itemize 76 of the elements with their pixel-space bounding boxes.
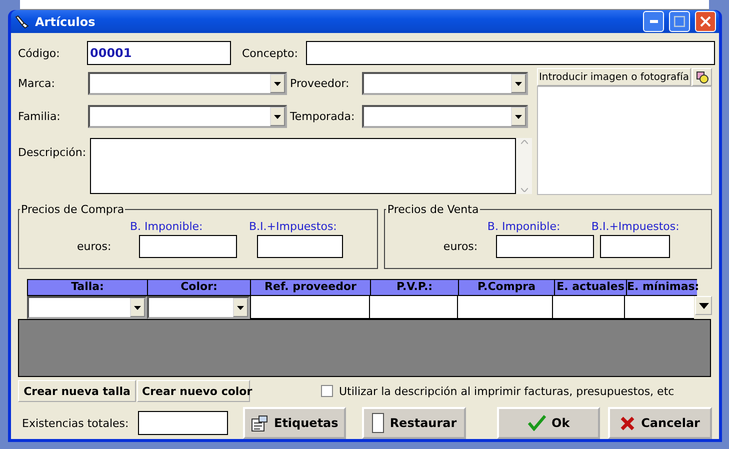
restore-button[interactable]: Restaurar [362, 407, 466, 439]
column-header: Talla: [27, 279, 147, 296]
close-icon [620, 416, 636, 430]
field-label: euros: [77, 240, 112, 253]
code-field[interactable]: 00001 [87, 41, 231, 65]
ok-button[interactable]: Ok [497, 407, 600, 439]
minimize-button[interactable] [643, 11, 664, 32]
close-button[interactable] [695, 11, 716, 32]
dropdown-field[interactable] [88, 105, 287, 128]
column-header: P.V.P.: [370, 279, 458, 296]
dropdown-arrow-icon [237, 306, 244, 310]
dropdown-arrow-icon [134, 306, 141, 310]
table-cell[interactable] [250, 296, 370, 319]
checkbox-label: Utilizar la descripción al imprimir facturas, presupuestos, etc [339, 384, 674, 398]
window-title: Artículos [35, 14, 96, 28]
price-field[interactable] [257, 235, 343, 258]
stock-field[interactable] [138, 411, 228, 435]
close-icon [700, 16, 711, 27]
dropdown-arrow-icon [698, 302, 709, 308]
maximize-icon [674, 16, 685, 27]
blank-page-icon [372, 413, 384, 433]
field-label: Código: [18, 46, 61, 60]
column-label: B.I.+Impuestos: [249, 220, 338, 233]
group-title: Precios de Compra [20, 203, 126, 216]
checkbox[interactable] [321, 385, 333, 397]
field-label: Concepto: [241, 46, 299, 60]
column-label: B. Imponible: [130, 220, 204, 233]
dropdown-field[interactable] [27, 296, 147, 319]
field-label: Descripción: [18, 145, 88, 159]
dropdown-button[interactable] [695, 296, 712, 315]
dropdown-arrow-icon [515, 82, 522, 86]
column-header: Ref. proveedor [250, 279, 370, 296]
table-cell[interactable] [624, 296, 694, 319]
maximize-button[interactable] [669, 11, 690, 32]
create-size-button[interactable]: Crear nueva talla [18, 380, 136, 402]
dropdown-arrow-icon [515, 114, 522, 118]
dropdown-field[interactable] [88, 72, 287, 95]
column-header: P.Compra [458, 279, 554, 296]
column-header: E. actuales [554, 279, 626, 296]
dropdown-field[interactable] [362, 72, 528, 95]
column-label: B.I.+Impuestos: [591, 220, 680, 233]
table-cell[interactable] [456, 296, 552, 319]
table-cell[interactable] [552, 296, 624, 319]
field-label: Familia: [18, 110, 62, 123]
price-field[interactable] [139, 235, 237, 258]
insert-image-button[interactable]: Introducir imagen o fotografía [537, 68, 691, 86]
table-cell[interactable] [369, 296, 457, 319]
dropdown-field[interactable] [147, 296, 250, 319]
scroll-up-icon [520, 140, 528, 144]
field-label: Proveedor: [289, 77, 350, 90]
description-field[interactable] [90, 138, 516, 194]
scrollbar[interactable] [516, 138, 532, 194]
create-color-button[interactable]: Crear nuevo color [137, 380, 250, 402]
field-label: Temporada: [289, 110, 356, 123]
field-label: Existencias totales: [21, 416, 130, 430]
shapes-button[interactable] [692, 68, 712, 86]
minimize-icon [650, 20, 658, 23]
price-field[interactable] [496, 235, 594, 258]
dropdown-arrow-icon [274, 114, 281, 118]
checkmark-icon [528, 415, 546, 431]
column-label: B. Imponible: [487, 220, 562, 233]
labels-button[interactable]: Etiquetas [243, 407, 346, 439]
field-label: Marca: [18, 77, 56, 90]
form-icon [251, 414, 268, 432]
scroll-down-icon [520, 188, 528, 192]
column-header: Color: [147, 279, 250, 296]
cancel-button[interactable]: Cancelar [608, 407, 712, 439]
concept-field[interactable] [306, 41, 715, 65]
price-field[interactable] [600, 235, 670, 258]
group-title: Precios de Venta [386, 203, 480, 216]
dropdown-arrow-icon [274, 82, 281, 86]
column-header: E. mínimas: [626, 279, 697, 296]
dropdown-field[interactable] [362, 105, 528, 128]
pen-icon [14, 14, 30, 30]
field-label: euros: [443, 240, 479, 253]
shapes-icon [696, 70, 708, 84]
